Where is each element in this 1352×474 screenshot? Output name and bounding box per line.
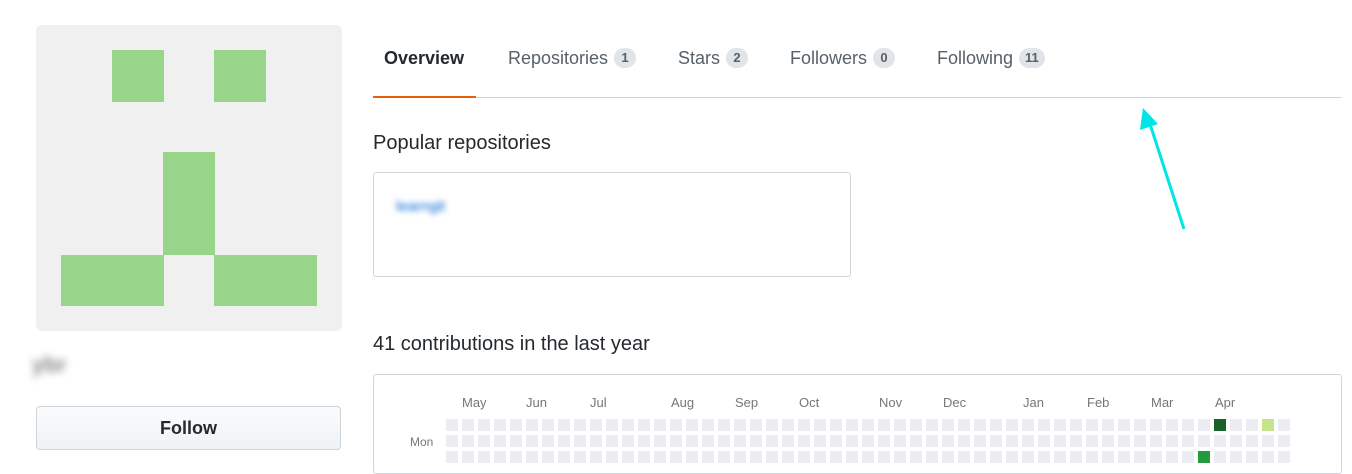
arrow-annotation-icon <box>1140 108 1186 230</box>
